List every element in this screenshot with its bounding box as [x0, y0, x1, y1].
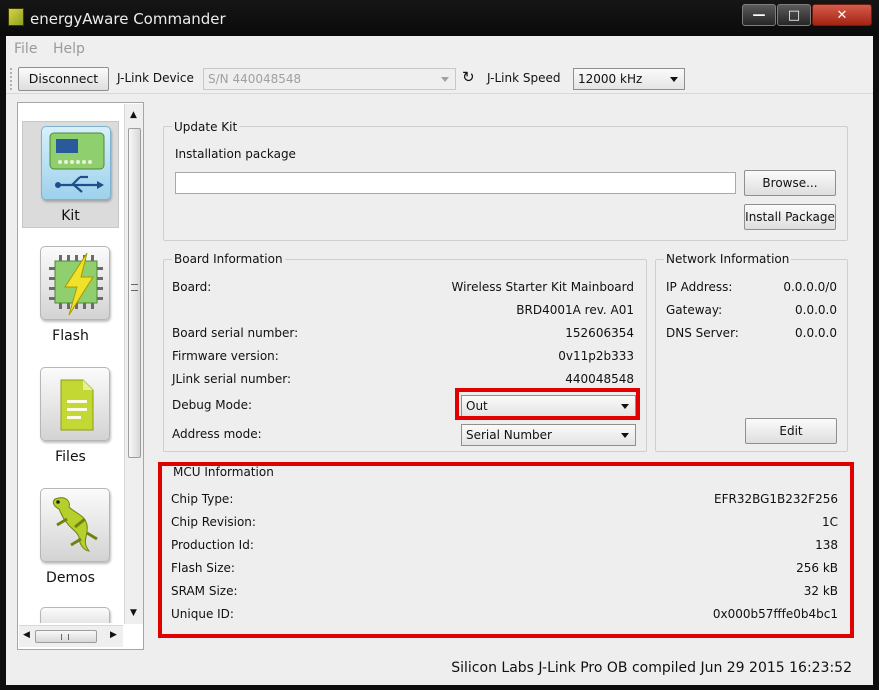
minimize-button[interactable]: — — [742, 4, 776, 26]
dns-server-label: DNS Server: — [666, 326, 739, 340]
sidebar-item-label: Demos — [46, 570, 95, 586]
gateway-label: Gateway: — [666, 303, 723, 317]
grip-icon — [131, 284, 138, 291]
dns-server-value: 0.0.0.0 — [795, 326, 837, 340]
address-mode-value: Serial Number — [466, 428, 552, 442]
firmware-value: 0v11p2b333 — [558, 349, 634, 363]
scroll-left-icon[interactable]: ◀ — [23, 630, 30, 640]
chevron-down-icon — [621, 433, 629, 438]
chevron-down-icon — [441, 77, 449, 82]
sidebar-item-label: Flash — [52, 328, 89, 344]
chevron-down-icon — [670, 77, 678, 82]
minimize-icon: — — [752, 7, 766, 23]
debug-mode-label: Debug Mode: — [172, 398, 253, 412]
sidebar-item-kit[interactable]: Kit — [22, 121, 119, 228]
board-value-2: BRD4001A rev. A01 — [516, 303, 634, 317]
disconnect-button[interactable]: Disconnect — [18, 67, 109, 91]
sidebar-item-partial[interactable] — [22, 603, 119, 623]
vertical-scroll-thumb[interactable] — [128, 128, 141, 458]
title-bar[interactable]: energyAware Commander — □ ✕ — [0, 0, 879, 36]
jlink-serial-label: JLink serial number: — [172, 372, 291, 386]
sidebar-item-flash[interactable]: Flash — [22, 242, 119, 349]
browse-button[interactable]: Browse... — [744, 170, 836, 196]
menu-help[interactable]: Help — [53, 41, 85, 57]
app-logo-icon — [8, 8, 24, 26]
installation-package-input[interactable] — [175, 172, 736, 194]
scroll-right-icon[interactable]: ▶ — [110, 630, 117, 640]
grip-icon — [61, 634, 69, 640]
gateway-value: 0.0.0.0 — [795, 303, 837, 317]
sidebar-item-label: Kit — [61, 208, 80, 224]
app-window: energyAware Commander — □ ✕ File Help Di… — [0, 0, 879, 690]
horizontal-scroll-thumb[interactable] — [35, 630, 97, 643]
sidebar-horizontal-scrollbar[interactable]: ◀ ▶ — [19, 625, 123, 647]
window-title: energyAware Commander — [30, 10, 226, 28]
board-information-group: Board Information Board: Wireless Starte… — [163, 252, 647, 452]
debug-mode-highlight — [455, 388, 640, 420]
jlink-device-label: J-Link Device — [117, 71, 194, 85]
menu-file[interactable]: File — [14, 41, 37, 57]
install-package-button[interactable]: Install Package — [744, 204, 836, 230]
toolbar: Disconnect J-Link Device S/N 440048548 ↻… — [6, 62, 873, 94]
maximize-icon: □ — [787, 7, 801, 23]
main-client-area: File Help Disconnect J-Link Device S/N 4… — [6, 36, 873, 685]
toolbar-grip[interactable] — [10, 68, 14, 90]
mcu-information-highlight — [158, 462, 854, 638]
sidebar-item-demos[interactable]: Demos — [22, 484, 119, 591]
firmware-label: Firmware version: — [172, 349, 279, 363]
update-kit-title: Update Kit — [172, 120, 240, 134]
sidebar-vertical-scrollbar[interactable]: ▲ ▼ — [124, 104, 143, 624]
flash-chip-icon — [40, 246, 110, 320]
address-mode-select[interactable]: Serial Number — [461, 424, 636, 446]
files-icon — [40, 367, 110, 441]
scroll-up-icon[interactable]: ▲ — [130, 110, 137, 120]
sidebar-item-label: Files — [55, 449, 86, 465]
jlink-speed-select[interactable]: 12000 kHz — [573, 68, 685, 90]
update-kit-group: Update Kit Installation package Browse..… — [163, 120, 848, 241]
board-information-title: Board Information — [172, 252, 285, 266]
menu-bar: File Help — [6, 36, 873, 62]
ip-address-value: 0.0.0.0/0 — [783, 280, 837, 294]
maximize-button[interactable]: □ — [777, 4, 811, 26]
board-serial-label: Board serial number: — [172, 326, 299, 340]
network-information-title: Network Information — [664, 252, 792, 266]
gecko-icon — [40, 488, 110, 562]
installation-package-label: Installation package — [175, 147, 296, 161]
sidebar: Kit Flash Files Demos ▲ ▼ ◀ ▶ — [17, 102, 144, 650]
scroll-down-icon[interactable]: ▼ — [130, 608, 137, 618]
ip-address-label: IP Address: — [666, 280, 733, 294]
edit-button[interactable]: Edit — [745, 418, 837, 444]
close-icon: ✕ — [836, 7, 848, 23]
sidebar-item-files[interactable]: Files — [22, 363, 119, 470]
close-button[interactable]: ✕ — [812, 4, 872, 26]
kit-board-icon — [41, 126, 111, 200]
board-serial-value: 152606354 — [565, 326, 634, 340]
jlink-device-select[interactable]: S/N 440048548 — [203, 68, 456, 90]
address-mode-label: Address mode: — [172, 427, 262, 441]
jlink-speed-value: 12000 kHz — [578, 72, 643, 86]
board-label: Board: — [172, 280, 212, 294]
network-information-group: Network Information IP Address: 0.0.0.0/… — [655, 252, 848, 452]
board-value-1: Wireless Starter Kit Mainboard — [451, 280, 635, 294]
partial-icon — [40, 607, 110, 623]
refresh-icon[interactable]: ↻ — [462, 70, 475, 85]
jlink-speed-label: J-Link Speed — [487, 71, 561, 85]
jlink-serial-value: 440048548 — [565, 372, 634, 386]
status-bar-text: Silicon Labs J-Link Pro OB compiled Jun … — [451, 660, 852, 676]
jlink-device-value: S/N 440048548 — [208, 72, 302, 86]
